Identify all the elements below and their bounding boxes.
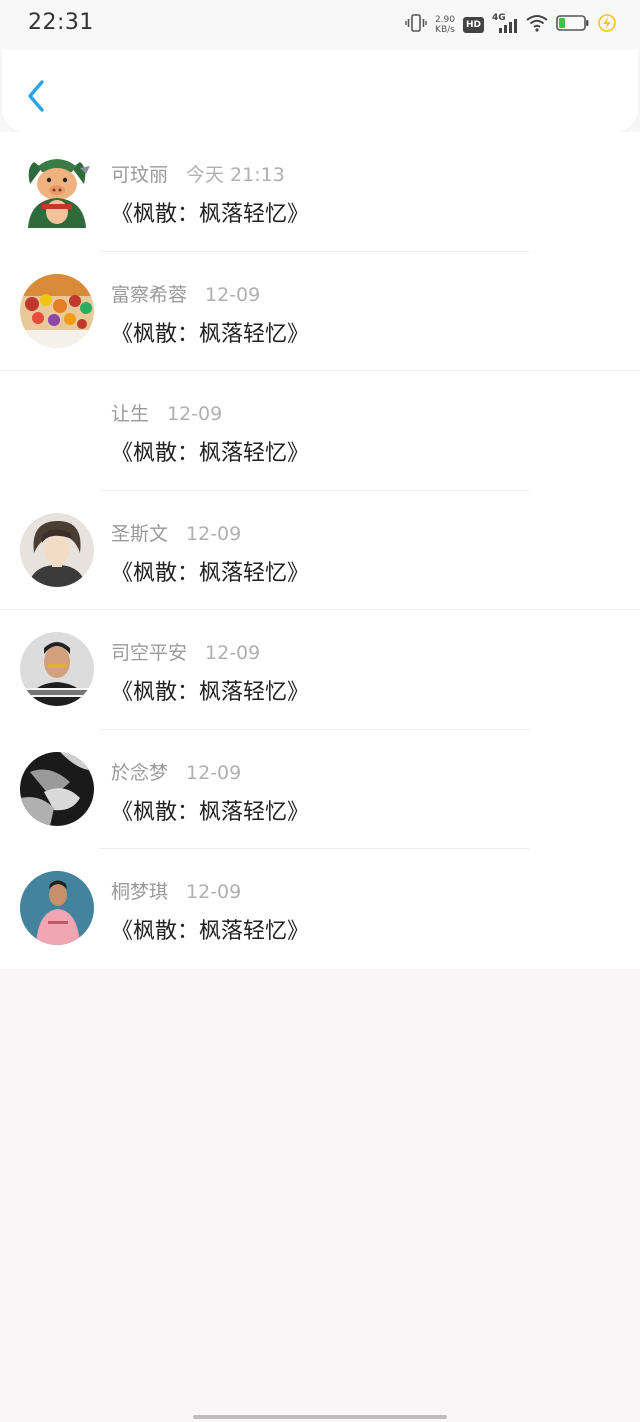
comment-time: 12-09 xyxy=(186,881,242,903)
pink-shirt-person-avatar[interactable] xyxy=(20,871,94,945)
anime-boy-avatar[interactable] xyxy=(20,512,94,587)
status-icons: 2.90 KB/s HD 4G xyxy=(405,13,616,37)
net-speed-unit: KB/s xyxy=(435,25,455,35)
net-speed: 2.90 KB/s xyxy=(435,15,455,35)
comment-content: 《枫散：枫落轻忆》 xyxy=(111,321,310,347)
comment-meta: 让生 12-09 xyxy=(111,399,222,426)
user-name[interactable]: 可玟丽 xyxy=(111,164,168,186)
comment-meta: 圣斯文 12-09 xyxy=(111,519,241,546)
comment-time: 12-09 xyxy=(186,761,242,784)
list-item[interactable]: 富察希蓉 12-09 《枫散：枫落轻忆》 xyxy=(0,252,640,371)
home-indicator[interactable] xyxy=(193,1415,447,1419)
net-speed-value: 2.90 xyxy=(434,15,455,25)
chevron-left-icon xyxy=(28,80,44,112)
list-item[interactable]: 於念梦 12-09 《枫散：枫落轻忆》 xyxy=(0,730,640,849)
comment-content: 《枫散：枫落轻忆》 xyxy=(111,799,310,825)
comment-content: 《枫散：枫落轻忆》 xyxy=(111,919,310,944)
charging-bolt-icon xyxy=(598,14,616,36)
comment-meta: 於念梦 12-09 xyxy=(111,758,241,785)
user-name[interactable]: 司空平安 xyxy=(111,642,187,664)
wifi-icon xyxy=(526,14,548,36)
food-photo-avatar[interactable] xyxy=(20,273,94,348)
list-item[interactable]: 桐梦琪 12-09 《枫散：枫落轻忆》 xyxy=(0,849,640,969)
list-item[interactable]: 让生 12-09 《枫散：枫落轻忆》 xyxy=(0,371,640,491)
comment-time: 12-09 xyxy=(167,403,223,425)
comment-content: 《枫散：枫落轻忆》 xyxy=(111,680,310,705)
signal-4g-icon: 4G xyxy=(492,13,518,35)
comment-time: 今天 21:13 xyxy=(186,164,285,186)
back-button[interactable] xyxy=(22,78,52,118)
bw-portrait-avatar[interactable] xyxy=(20,751,94,826)
comment-meta: 富察希蓉 12-09 xyxy=(111,280,260,307)
comment-time: 12-09 xyxy=(205,642,261,664)
header-bar xyxy=(2,50,638,132)
user-name[interactable]: 圣斯文 xyxy=(111,523,168,545)
person-photo-avatar[interactable] xyxy=(20,632,94,706)
user-name[interactable]: 让生 xyxy=(111,403,149,425)
list-item[interactable]: 圣斯文 12-09 《枫散：枫落轻忆》 xyxy=(0,491,640,610)
comment-meta: 司空平安 12-09 xyxy=(111,638,260,665)
list-item[interactable]: 司空平安 12-09 《枫散：枫落轻忆》 xyxy=(0,610,640,730)
battery-icon xyxy=(556,14,590,36)
user-name[interactable]: 桐梦琪 xyxy=(111,881,168,903)
status-time: 22:31 xyxy=(28,10,94,35)
list-item[interactable]: 可玟丽 今天 21:13 《枫散：枫落轻忆》 xyxy=(0,132,640,252)
pig-cartoon-avatar[interactable] xyxy=(20,154,94,228)
comment-time: 12-09 xyxy=(205,283,261,306)
hd-icon: HD xyxy=(462,17,484,33)
comment-content: 《枫散：枫落轻忆》 xyxy=(111,560,310,586)
empty-avatar[interactable] xyxy=(20,393,94,467)
comment-time: 12-09 xyxy=(186,522,242,545)
comment-meta: 可玟丽 今天 21:13 xyxy=(111,160,285,187)
status-bar: 22:31 2.90 KB/s HD 4G xyxy=(0,0,640,50)
comment-meta: 桐梦琪 12-09 xyxy=(111,877,241,904)
vibrate-icon xyxy=(405,14,427,36)
user-name[interactable]: 富察希蓉 xyxy=(111,284,187,306)
comment-content: 《枫散：枫落轻忆》 xyxy=(111,202,310,227)
user-name[interactable]: 於念梦 xyxy=(111,762,168,784)
comment-list: 可玟丽 今天 21:13 《枫散：枫落轻忆》 富察希蓉 12-09 《枫散：枫落… xyxy=(0,132,640,969)
comment-content: 《枫散：枫落轻忆》 xyxy=(111,441,310,466)
